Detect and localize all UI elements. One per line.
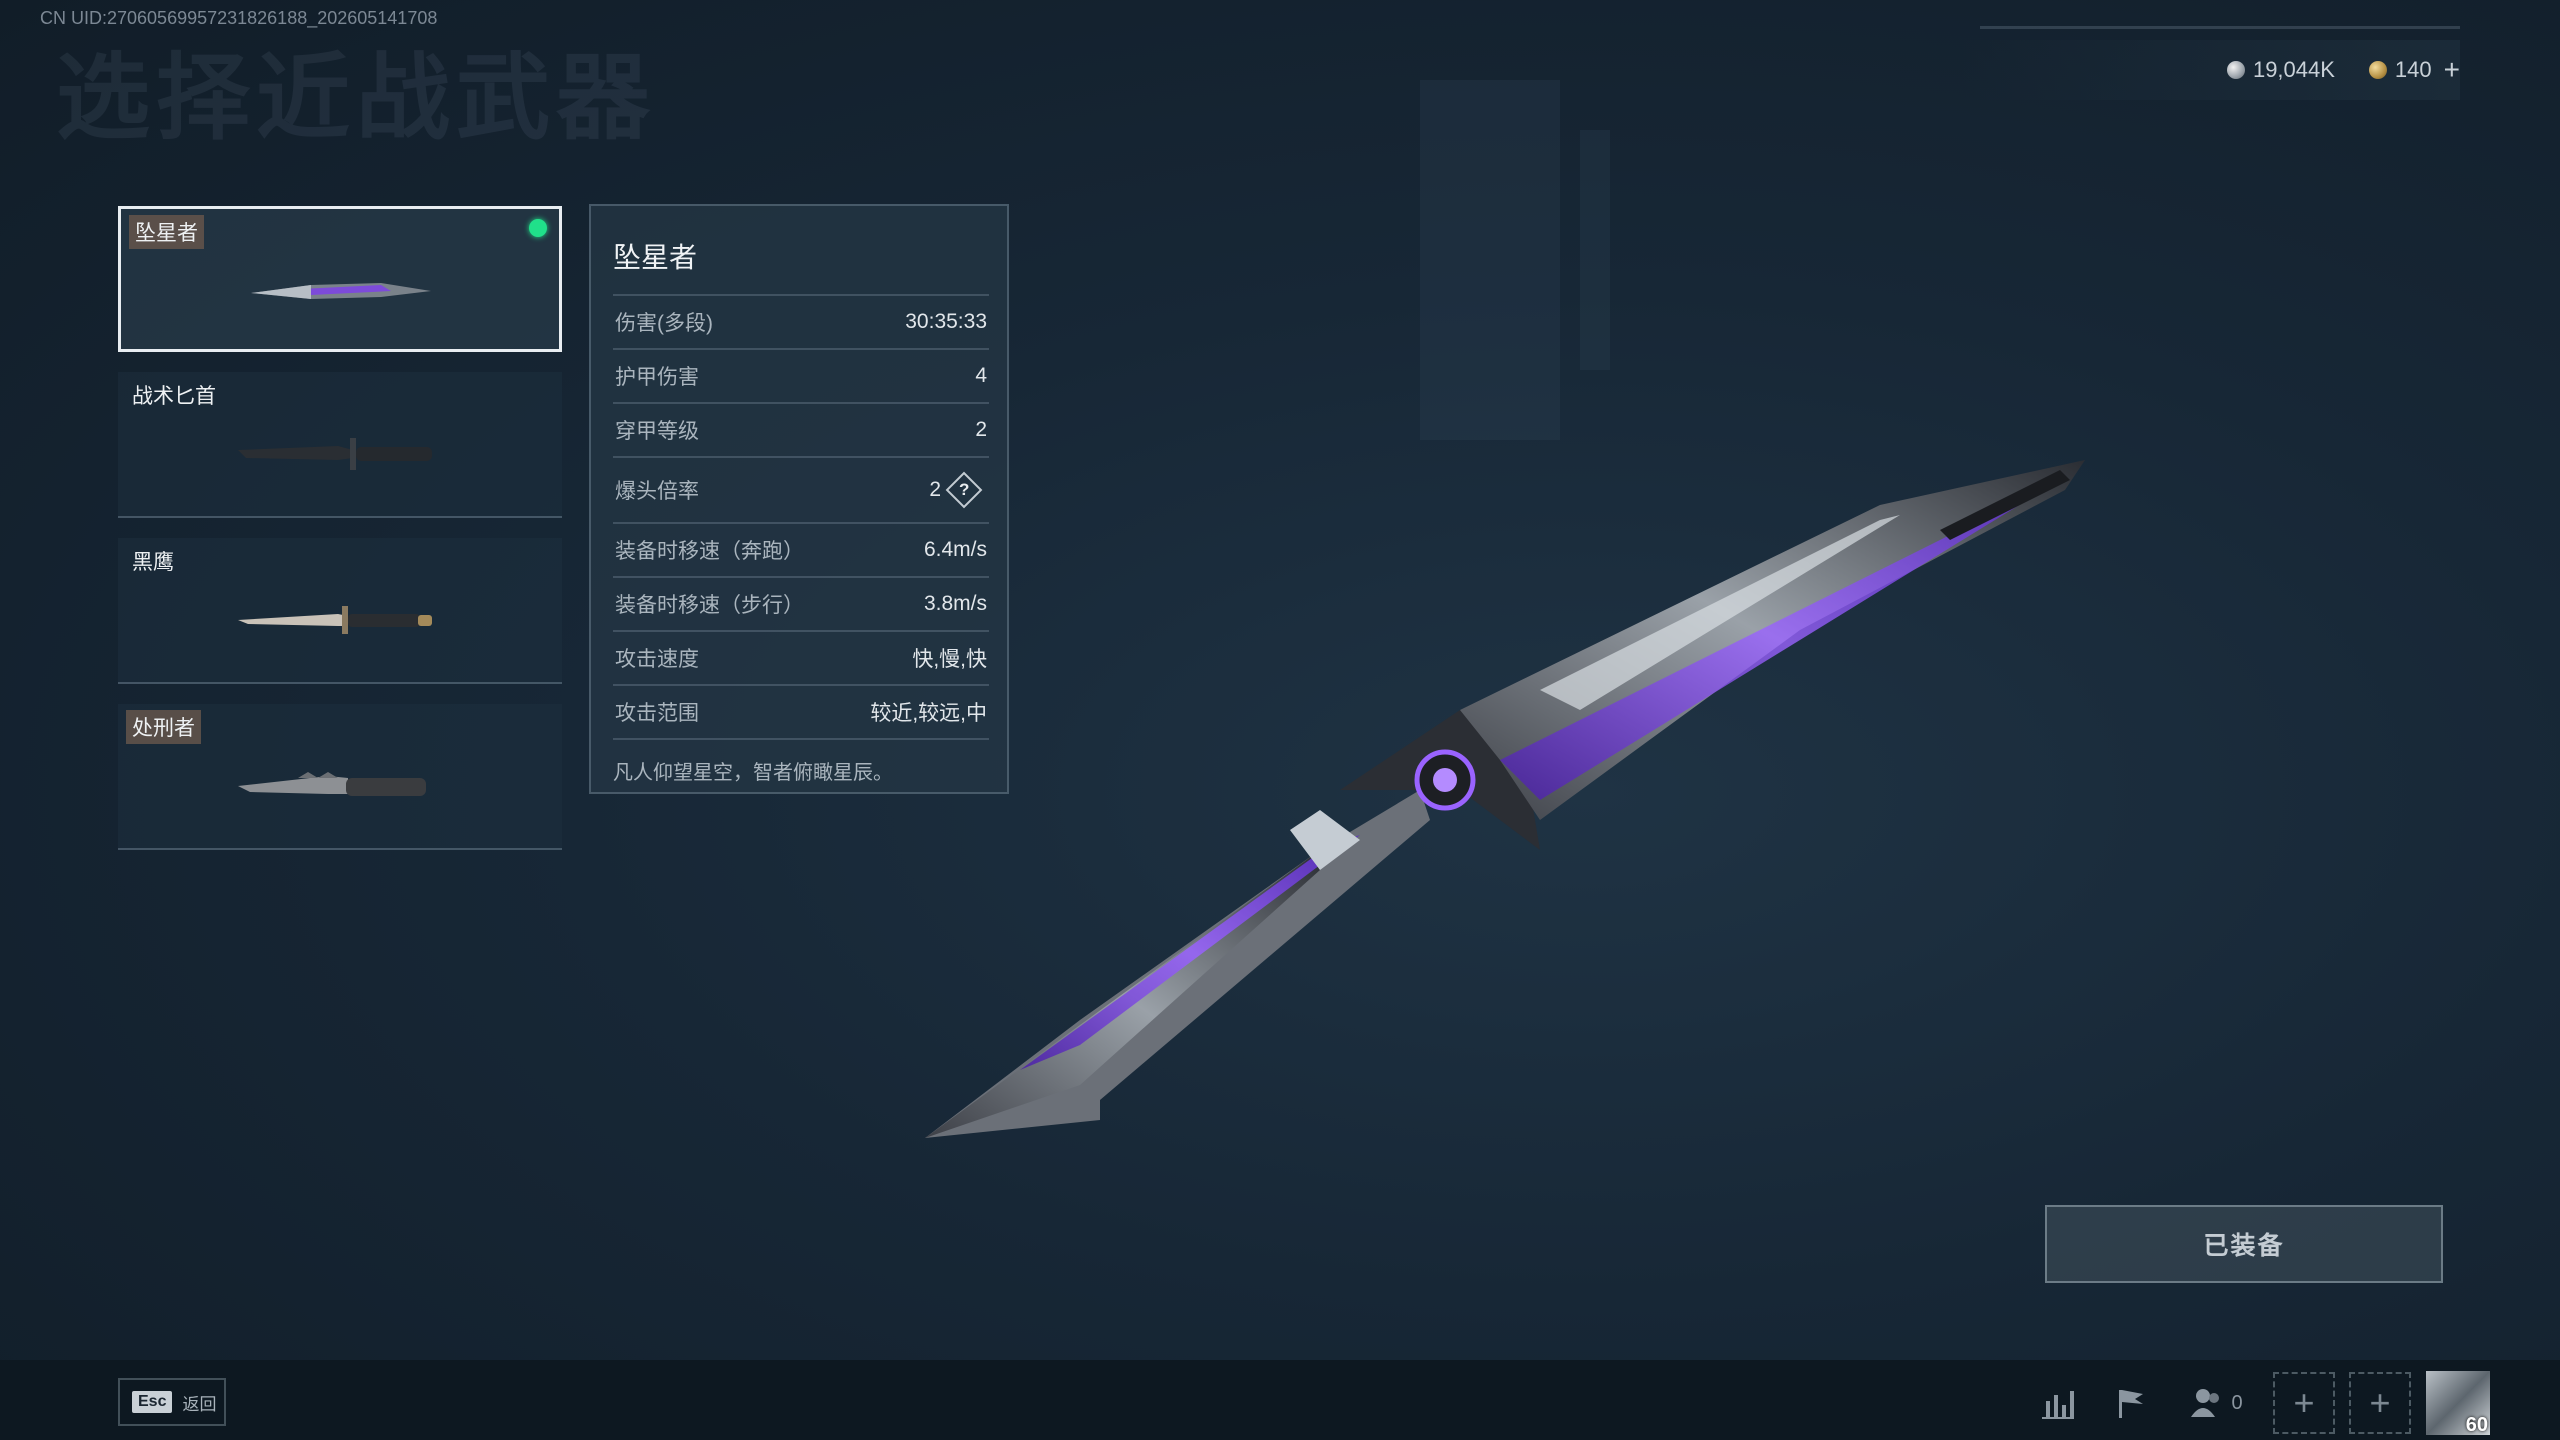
stat-name: 爆头倍率 xyxy=(615,480,699,503)
stat-name: 攻击范围 xyxy=(615,702,699,725)
stat-value: 4 xyxy=(975,364,987,387)
stat-row-penetration: 穿甲等级 2 xyxy=(613,402,989,456)
stat-name: 伤害(多段) xyxy=(615,312,713,335)
party-slot-1[interactable]: + xyxy=(2273,1372,2335,1434)
bar-chart-icon xyxy=(2042,1391,2074,1419)
weapon-card-starfall[interactable]: 坠星者 xyxy=(118,206,562,352)
weapon-list: 坠星者 战术匕首 黑鹰 处刑者 xyxy=(118,206,562,870)
add-currency-button[interactable]: + xyxy=(2444,54,2460,86)
stat-row-damage: 伤害(多段) 30:35:33 xyxy=(613,294,989,348)
gold-amount: 140 xyxy=(2394,57,2432,82)
silver-coin-icon xyxy=(2226,61,2245,79)
starfall-knife-render xyxy=(925,460,2085,1138)
page-title: 选择近战武器 xyxy=(56,44,657,153)
player-level: 60 xyxy=(2465,1414,2488,1436)
back-button[interactable]: Esc 返回 xyxy=(118,1378,226,1426)
tactical-dagger-icon xyxy=(238,438,432,470)
esc-key-icon: Esc xyxy=(132,1391,173,1413)
gold-coin-icon xyxy=(2368,61,2387,79)
black-hawk-knife-icon xyxy=(238,606,432,634)
add-icon: + xyxy=(2293,1382,2315,1423)
back-label: 返回 xyxy=(182,1394,217,1414)
weapon-card-label: 黑鹰 xyxy=(132,551,174,574)
currency-bar: 19,044K 140 + xyxy=(1960,26,2460,100)
add-icon: + xyxy=(2369,1382,2391,1423)
player-avatar[interactable]: 60 xyxy=(2426,1371,2490,1436)
stat-value: 30:35:33 xyxy=(905,310,987,333)
stat-name: 装备时移速（奔跑） xyxy=(615,540,804,563)
silver-currency: 19,044K xyxy=(2226,57,2335,83)
friends-button[interactable]: 0 xyxy=(2166,1370,2266,1436)
friends-icon xyxy=(2191,1389,2220,1417)
background-light-panel xyxy=(1420,80,1560,440)
silver-amount: 19,044K xyxy=(2252,57,2335,82)
footer-icon-group: 0 + + 60 xyxy=(2022,1368,2560,1438)
weapon-card-label: 战术匕首 xyxy=(132,385,216,408)
stat-name: 护甲伤害 xyxy=(615,366,699,389)
stat-name: 穿甲等级 xyxy=(615,420,699,443)
stat-name: 装备时移速（步行） xyxy=(615,594,804,617)
weapon-card-label: 处刑者 xyxy=(126,710,201,744)
equipped-button[interactable]: 已装备 xyxy=(2045,1205,2443,1283)
missions-button[interactable] xyxy=(2094,1370,2166,1436)
starfall-knife-icon xyxy=(251,283,431,299)
stats-button[interactable] xyxy=(2022,1370,2094,1436)
stat-name: 攻击速度 xyxy=(615,648,699,671)
background-light-panel-2 xyxy=(1580,130,1610,370)
weapon-card-executioner[interactable]: 处刑者 xyxy=(118,704,562,850)
weapon-card-black-hawk[interactable]: 黑鹰 xyxy=(118,538,562,684)
party-slot-2[interactable]: + xyxy=(2349,1372,2411,1434)
stat-row-armor-damage: 护甲伤害 4 xyxy=(613,348,989,402)
detail-title: 坠星者 xyxy=(613,242,698,273)
gold-currency: 140 + xyxy=(2368,54,2460,86)
weapon-card-tactical-dagger[interactable]: 战术匕首 xyxy=(118,372,562,518)
flag-icon xyxy=(2119,1390,2143,1418)
stat-value: 2 xyxy=(975,418,987,441)
friends-count: 0 xyxy=(2231,1391,2243,1414)
screen-root: CN UID:27060569957231826188_202605141708… xyxy=(0,0,2560,1440)
executioner-knife-icon xyxy=(238,772,426,796)
equipped-indicator-icon xyxy=(529,219,547,237)
weapon-card-label: 坠星者 xyxy=(129,215,204,249)
